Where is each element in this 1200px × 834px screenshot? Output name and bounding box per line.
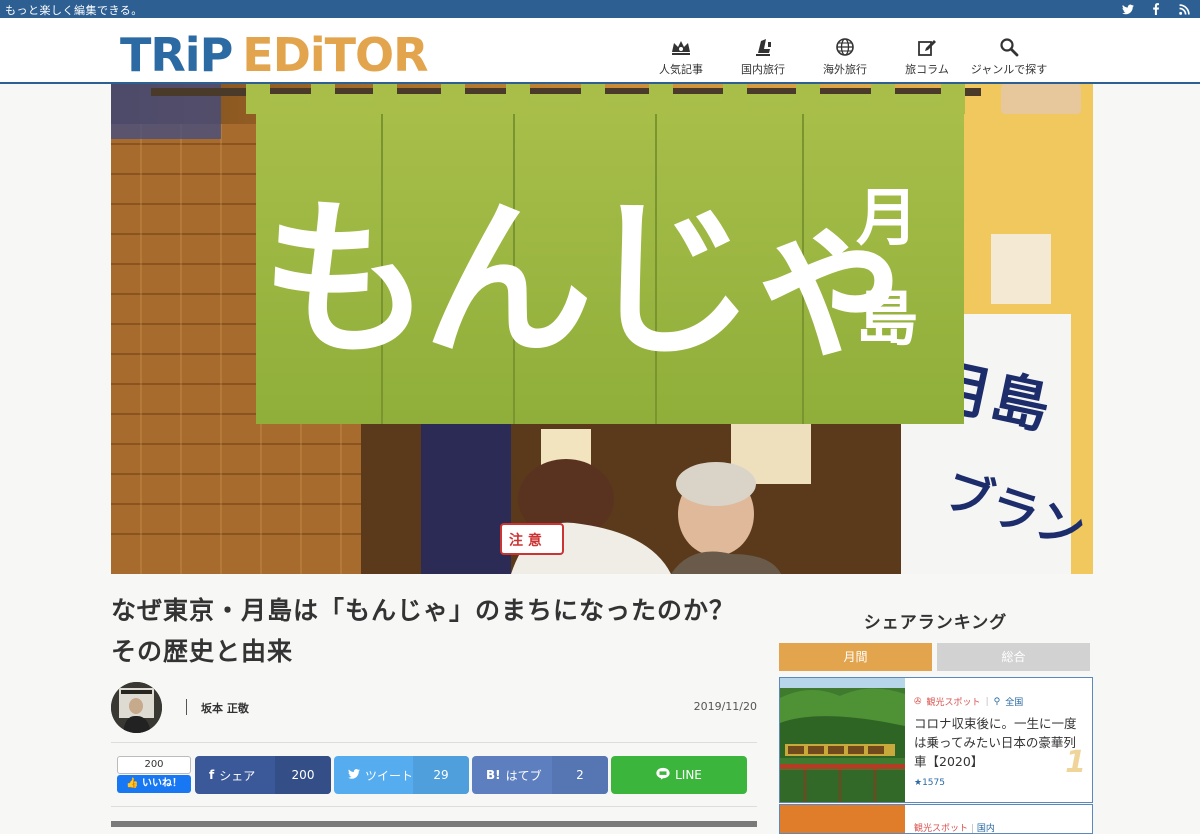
line-share-button[interactable]: LINE (611, 756, 747, 794)
ranking-body: ✇ 観光スポット | ⚲ 全国 コロナ収束後に。一生に一度は乗ってみたい日本の豪… (914, 695, 1086, 789)
facebook-icon[interactable] (1148, 1, 1164, 17)
nav-label: 海外旅行 (823, 63, 867, 76)
like-label: いいね！ (141, 778, 182, 789)
article-title: なぜ東京・月島は「もんじゃ」のまちになったのか？その歴史と由来 (111, 596, 736, 666)
ranking-thumbnail (780, 678, 905, 802)
seat-icon (722, 36, 804, 58)
facebook-share-button[interactable]: f シェア 200 (195, 756, 331, 794)
publish-date: 2019/11/20 (693, 700, 757, 713)
author-row: 坂本 正敬 2019/11/20 (111, 682, 757, 734)
facebook-like-widget[interactable]: 200 👍 いいね！ (117, 756, 191, 794)
ranking-meta: 観光スポット | 国内 (914, 821, 995, 834)
nav-domestic[interactable]: 国内旅行 (722, 36, 804, 77)
ranking-item[interactable]: 観光スポット | 国内 (779, 804, 1093, 834)
ranking-tabs: 月間 総合 (779, 643, 1092, 671)
next-content-image (111, 821, 757, 827)
line-label: LINE (675, 768, 702, 782)
ranking-area[interactable]: 全国 (1005, 695, 1023, 708)
hatena-bookmark-button[interactable]: B! はてブ 2 (472, 756, 608, 794)
ranking-area[interactable]: 国内 (977, 824, 995, 833)
logo-trip: TRiP (120, 28, 233, 82)
global-nav: 人気記事 国内旅行 海外旅行 旅コラム ジャンルで探す (640, 36, 1050, 77)
svg-text:注 意: 注 意 (509, 532, 542, 549)
tab-overall[interactable]: 総合 (937, 643, 1090, 671)
line-icon (656, 767, 670, 783)
nav-label: 国内旅行 (741, 63, 785, 76)
author-avatar[interactable] (111, 682, 162, 733)
ranking-category[interactable]: 観光スポット (927, 695, 981, 708)
noren-curtain: もんじゃ 月 島 (246, 84, 965, 424)
rss-icon[interactable] (1176, 1, 1192, 17)
site-logo[interactable]: TRiP EDiTOR (120, 28, 429, 82)
tab-monthly[interactable]: 月間 (779, 643, 932, 671)
hatena-icon: B! (486, 768, 501, 782)
search-icon (968, 36, 1050, 58)
nav-popular[interactable]: 人気記事 (640, 36, 722, 77)
noren-text: もんじゃ (261, 180, 909, 380)
ranking-number: 1 (1065, 745, 1086, 780)
meta-separator: | (985, 696, 989, 707)
nav-overseas[interactable]: 海外旅行 (804, 36, 886, 77)
facebook-share-label: シェア (219, 768, 256, 783)
meta-separator: | (970, 824, 974, 834)
nav-label: 人気記事 (659, 63, 703, 76)
crown-icon (640, 36, 722, 58)
like-count: 200 (117, 756, 191, 774)
twitter-share-count: 29 (413, 756, 469, 794)
nav-column[interactable]: 旅コラム (886, 36, 968, 77)
ranking-count: ★1575 (914, 778, 945, 788)
svg-text:島: 島 (856, 281, 918, 354)
nav-genre-search[interactable]: ジャンルで探す (968, 36, 1050, 77)
ranking-category[interactable]: 観光スポット (914, 824, 968, 833)
site-header: TRiP EDiTOR 人気記事 国内旅行 海外旅行 旅コラム ジャンルで探す (0, 18, 1200, 84)
map-pin-icon: ⚲ (993, 696, 1001, 707)
twitter-share-button[interactable]: ツイート 29 (334, 756, 469, 794)
ranking-title[interactable]: コロナ収束後に。一生に一度は乗ってみたい日本の豪華列車【2020】 (914, 714, 1086, 771)
twitter-share-label: ツイート (365, 768, 414, 783)
author-name[interactable]: 坂本 正敬 (201, 700, 249, 716)
like-button[interactable]: 👍 いいね！ (117, 775, 191, 793)
ranking-thumbnail (780, 805, 905, 833)
share-ranking-title: シェアランキング (863, 613, 1008, 633)
twitter-icon (348, 768, 360, 782)
thumbs-up-icon: 👍 (126, 778, 139, 789)
facebook-icon: f (209, 768, 215, 782)
social-links (1120, 1, 1192, 17)
divider (111, 806, 757, 807)
nav-label: ジャンルで探す (970, 63, 1048, 76)
site-tagline: もっと楽しく編集できる。 (5, 4, 143, 17)
hatena-label: はてブ (505, 768, 542, 783)
svg-text:月: 月 (856, 181, 918, 254)
edit-icon (886, 36, 968, 58)
facebook-share-count: 200 (275, 756, 331, 794)
hatena-count: 2 (552, 756, 608, 794)
globe-icon (804, 36, 886, 58)
ranking-meta: ✇ 観光スポット | ⚲ 全国 (914, 695, 1086, 709)
author-separator (186, 699, 187, 715)
hero-image: 月島 ブラン もんじゃ 月 島 注 意 (111, 84, 1093, 574)
nav-label: 旅コラム (905, 63, 949, 76)
ranking-item[interactable]: ✇ 観光スポット | ⚲ 全国 コロナ収束後に。一生に一度は乗ってみたい日本の豪… (779, 677, 1093, 803)
twitter-icon[interactable] (1120, 1, 1136, 17)
logo-editor: EDiTOR (242, 28, 428, 82)
divider (111, 742, 757, 743)
sightseeing-icon: ✇ (914, 696, 922, 707)
top-bar: もっと楽しく編集できる。 (0, 0, 1200, 18)
